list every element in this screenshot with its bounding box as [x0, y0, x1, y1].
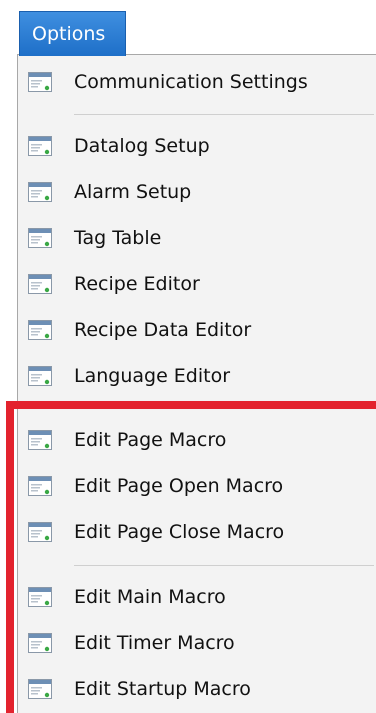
menu-item-datalog-setup[interactable]: Datalog Setup: [18, 123, 376, 169]
options-dropdown-menu: Communication Settings Datalog Setup Ala…: [17, 54, 376, 713]
menu-item-label: Edit Timer Macro: [74, 632, 235, 654]
menu-item-label: Communication Settings: [74, 71, 308, 93]
menu-item-edit-timer-macro[interactable]: Edit Timer Macro: [18, 620, 376, 666]
menu-item-recipe-editor[interactable]: Recipe Editor: [18, 261, 376, 307]
menu-separator: [74, 114, 374, 115]
window-form-icon: [28, 320, 52, 340]
window-form-icon: [28, 430, 52, 450]
window-form-icon: [28, 274, 52, 294]
menu-item-label: Datalog Setup: [74, 135, 210, 157]
window-form-icon: [28, 228, 52, 248]
window-form-icon: [28, 522, 52, 542]
menu-item-language-editor[interactable]: Language Editor: [18, 353, 376, 399]
menu-item-label: Tag Table: [74, 227, 162, 249]
window-form-icon: [28, 587, 52, 607]
menu-item-label: Alarm Setup: [74, 181, 192, 203]
menu-item-edit-main-macro[interactable]: Edit Main Macro: [18, 574, 376, 620]
window-form-icon: [28, 476, 52, 496]
window-form-icon: [28, 182, 52, 202]
menu-separator: [74, 565, 374, 566]
window-form-icon: [28, 72, 52, 92]
menu-item-label: Edit Page Close Macro: [74, 521, 285, 543]
menu-title-options[interactable]: Options: [19, 11, 126, 56]
menu-item-label: Recipe Data Editor: [74, 319, 252, 341]
menu-item-communication-settings[interactable]: Communication Settings: [18, 59, 376, 105]
window-form-icon: [28, 679, 52, 699]
menu-item-alarm-setup[interactable]: Alarm Setup: [18, 169, 376, 215]
menu-item-label: Language Editor: [74, 365, 231, 387]
options-menu-screen: Options Communication Settings Datalog S…: [0, 0, 376, 713]
menu-item-edit-startup-macro[interactable]: Edit Startup Macro: [18, 666, 376, 712]
menu-item-edit-page-open-macro[interactable]: Edit Page Open Macro: [18, 463, 376, 509]
window-form-icon: [28, 633, 52, 653]
menu-item-label: Edit Page Open Macro: [74, 475, 284, 497]
menu-item-tag-table[interactable]: Tag Table: [18, 215, 376, 261]
window-form-icon: [28, 366, 52, 386]
menu-item-edit-page-macro[interactable]: Edit Page Macro: [18, 417, 376, 463]
window-form-icon: [28, 136, 52, 156]
menu-item-recipe-data-editor[interactable]: Recipe Data Editor: [18, 307, 376, 353]
menu-item-label: Edit Page Macro: [74, 429, 227, 451]
menu-item-label: Edit Main Macro: [74, 586, 226, 608]
menu-item-edit-page-close-macro[interactable]: Edit Page Close Macro: [18, 509, 376, 555]
menu-item-label: Edit Startup Macro: [74, 678, 251, 700]
menu-item-label: Recipe Editor: [74, 273, 200, 295]
